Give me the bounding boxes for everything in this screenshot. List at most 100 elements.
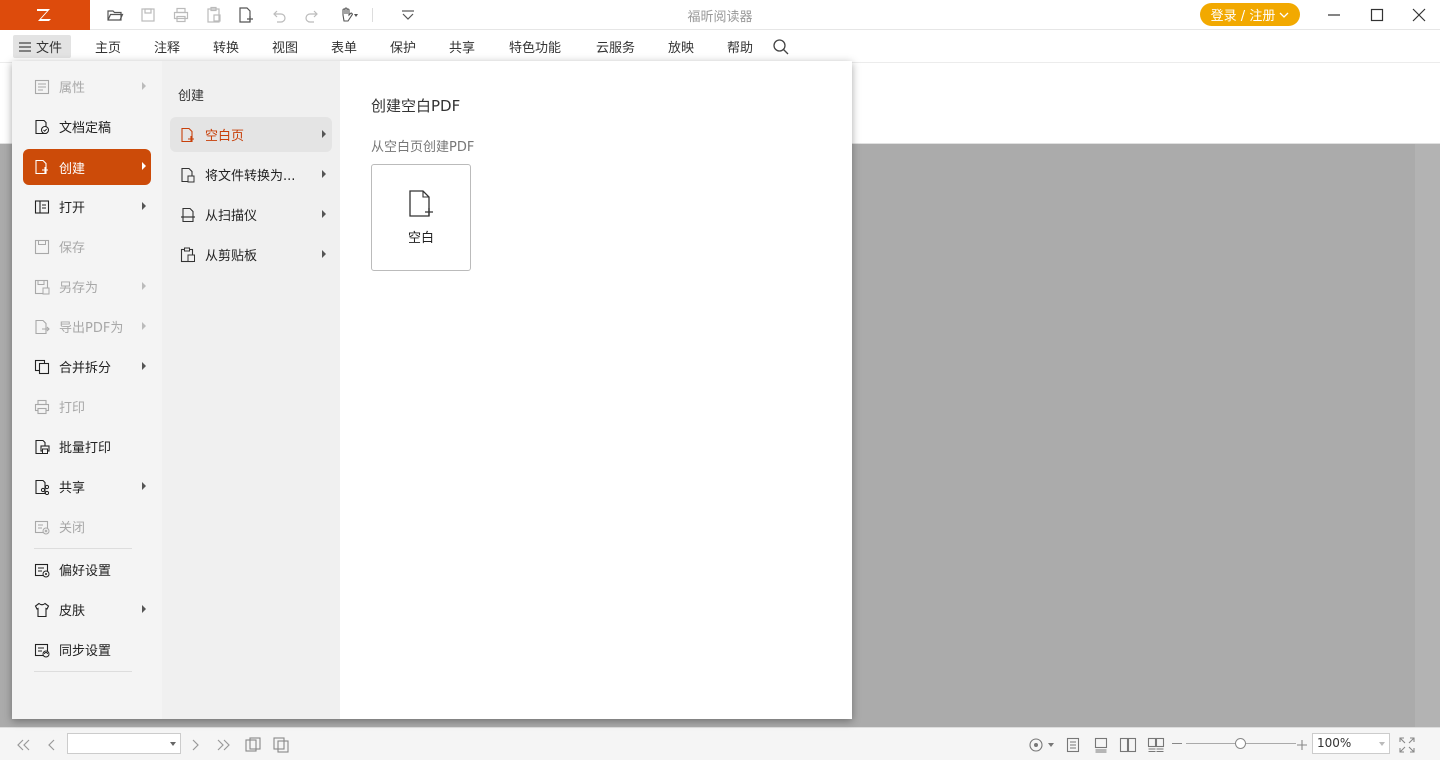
- tab-features[interactable]: 特色功能: [509, 37, 561, 56]
- fullscreen-icon[interactable]: [1398, 736, 1416, 754]
- file-menu-item-label: 另存为: [59, 281, 99, 296]
- login-label: 登录 / 注册: [1210, 9, 1276, 24]
- prev-page-icon[interactable]: [42, 736, 60, 754]
- file-menu-item-label: 打开: [59, 201, 86, 216]
- tab-home[interactable]: 主页: [95, 37, 121, 56]
- last-page-icon[interactable]: [215, 736, 233, 754]
- app-logo[interactable]: [0, 0, 90, 30]
- title-bar: 福昕阅读器 登录 / 注册: [0, 0, 1440, 30]
- file-menu-item-skin[interactable]: 皮肤: [23, 592, 151, 627]
- minimize-button[interactable]: [1312, 0, 1356, 30]
- tab-protect[interactable]: 保护: [390, 37, 416, 56]
- reading-mode-icon[interactable]: [1028, 736, 1056, 754]
- customize-toolbar-icon[interactable]: [396, 4, 420, 26]
- login-register-button[interactable]: 登录 / 注册: [1200, 3, 1300, 26]
- file-menu-item-preferences[interactable]: 偏好设置: [23, 552, 151, 587]
- next-page-icon[interactable]: [187, 736, 205, 754]
- file-menu-item-share[interactable]: 共享: [23, 469, 151, 504]
- new-document-icon[interactable]: [234, 4, 258, 26]
- print-icon: [34, 399, 50, 414]
- foxit-logo-icon: [37, 9, 51, 21]
- submenu-arrow-icon: [142, 362, 146, 370]
- single-page-icon[interactable]: [1064, 736, 1082, 754]
- status-bar: 100%: [0, 727, 1440, 760]
- first-page-icon[interactable]: [14, 736, 32, 754]
- submenu-item-blank-page[interactable]: 空白页: [170, 117, 332, 152]
- tab-slideshow[interactable]: 放映: [668, 37, 694, 56]
- tab-view[interactable]: 视图: [272, 37, 298, 56]
- submenu-item-from-clipboard[interactable]: 从剪贴板: [170, 237, 332, 272]
- facing-page-icon[interactable]: [1119, 736, 1137, 754]
- file-menu-item-save[interactable]: 保存: [23, 229, 151, 264]
- batch-print-icon: [35, 439, 50, 454]
- search-icon[interactable]: [772, 38, 790, 56]
- open-icon: [34, 199, 50, 214]
- zoom-level-input[interactable]: 100%: [1312, 733, 1390, 754]
- scanner-icon: [181, 207, 195, 222]
- file-menu-item-label: 文档定稿: [59, 121, 112, 136]
- document-scrollbar-area[interactable]: [1415, 144, 1440, 727]
- continuous-page-icon[interactable]: [1092, 736, 1110, 754]
- zoom-in-icon[interactable]: [1296, 736, 1308, 754]
- tab-cloud[interactable]: 云服务: [596, 37, 635, 56]
- close-doc-icon: [34, 520, 50, 534]
- tab-share[interactable]: 共享: [449, 37, 475, 56]
- page-number-input[interactable]: [67, 733, 181, 754]
- tab-help[interactable]: 帮助: [727, 37, 753, 56]
- submenu-arrow-icon: [322, 210, 326, 218]
- previous-view-icon[interactable]: [244, 736, 262, 754]
- export-icon: [35, 319, 50, 334]
- sync-settings-icon: [34, 643, 50, 657]
- file-menu-item-create[interactable]: 创建: [23, 149, 151, 185]
- next-view-icon[interactable]: [272, 736, 290, 754]
- file-menu-item-label: 关闭: [59, 521, 86, 536]
- chevron-down-icon: [1279, 12, 1289, 18]
- file-menu-item-batch-print[interactable]: 批量打印: [23, 429, 151, 464]
- file-menu-button[interactable]: 文件: [13, 35, 71, 58]
- submenu-item-from-scanner[interactable]: 从扫描仪: [170, 197, 332, 232]
- share-icon: [35, 479, 50, 495]
- tab-comment[interactable]: 注释: [154, 37, 180, 56]
- page-dropdown-arrow[interactable]: [170, 742, 176, 746]
- submenu-item-label: 从扫描仪: [205, 209, 258, 224]
- app-title: 福昕阅读器: [687, 10, 753, 25]
- tab-convert[interactable]: 转换: [213, 37, 239, 56]
- file-menu-item-properties[interactable]: 属性: [23, 69, 151, 104]
- hand-tool-icon[interactable]: [336, 4, 362, 26]
- file-menu-item-open[interactable]: 打开: [23, 189, 151, 224]
- file-menu-item-merge-split[interactable]: 合并拆分: [23, 349, 151, 384]
- detail-subtitle: 从空白页创建PDF: [371, 140, 475, 155]
- file-menu-item-sync-settings[interactable]: 同步设置: [23, 632, 151, 667]
- file-menu-item-save-as[interactable]: 另存为: [23, 269, 151, 304]
- zoom-slider[interactable]: [1186, 738, 1296, 749]
- clipboard-pdf-icon[interactable]: [202, 4, 226, 26]
- file-menu-item-close[interactable]: 关闭: [23, 509, 151, 544]
- zoom-out-icon[interactable]: [1172, 743, 1182, 744]
- zoom-dropdown-arrow[interactable]: [1379, 742, 1385, 746]
- file-menu-item-label: 共享: [59, 481, 86, 496]
- maximize-button[interactable]: [1355, 0, 1399, 30]
- file-menu-item-label: 导出PDF为: [59, 321, 124, 336]
- file-menu-label: 文件: [36, 41, 63, 56]
- save-icon[interactable]: [136, 4, 160, 26]
- submenu-item-convert-file[interactable]: 将文件转换为...: [170, 157, 332, 192]
- blank-pdf-card[interactable]: 空白: [371, 164, 471, 271]
- save-as-icon: [34, 279, 50, 294]
- close-icon: [1412, 8, 1426, 22]
- print-icon[interactable]: [169, 4, 193, 26]
- file-menu-item-export[interactable]: 导出PDF为: [23, 309, 151, 344]
- menu-bar: 文件 主页 注释 转换 视图 表单 保护 共享 特色功能 云服务 放映 帮助: [0, 30, 1440, 63]
- continuous-facing-icon[interactable]: [1147, 736, 1165, 754]
- zoom-slider-thumb[interactable]: [1235, 738, 1246, 749]
- close-button[interactable]: [1397, 0, 1440, 30]
- properties-icon: [34, 79, 50, 94]
- file-menu-item-print[interactable]: 打印: [23, 389, 151, 424]
- undo-icon[interactable]: [267, 4, 291, 26]
- open-folder-icon[interactable]: [103, 4, 127, 26]
- submenu-arrow-icon: [142, 322, 146, 330]
- submenu-arrow-icon: [142, 82, 146, 90]
- redo-icon[interactable]: [300, 4, 324, 26]
- file-menu-item-finalize[interactable]: 文档定稿: [23, 109, 151, 144]
- tab-form[interactable]: 表单: [331, 37, 357, 56]
- create-submenu: 创建 空白页 将文件转换为... 从扫描仪 从剪贴板: [162, 61, 340, 719]
